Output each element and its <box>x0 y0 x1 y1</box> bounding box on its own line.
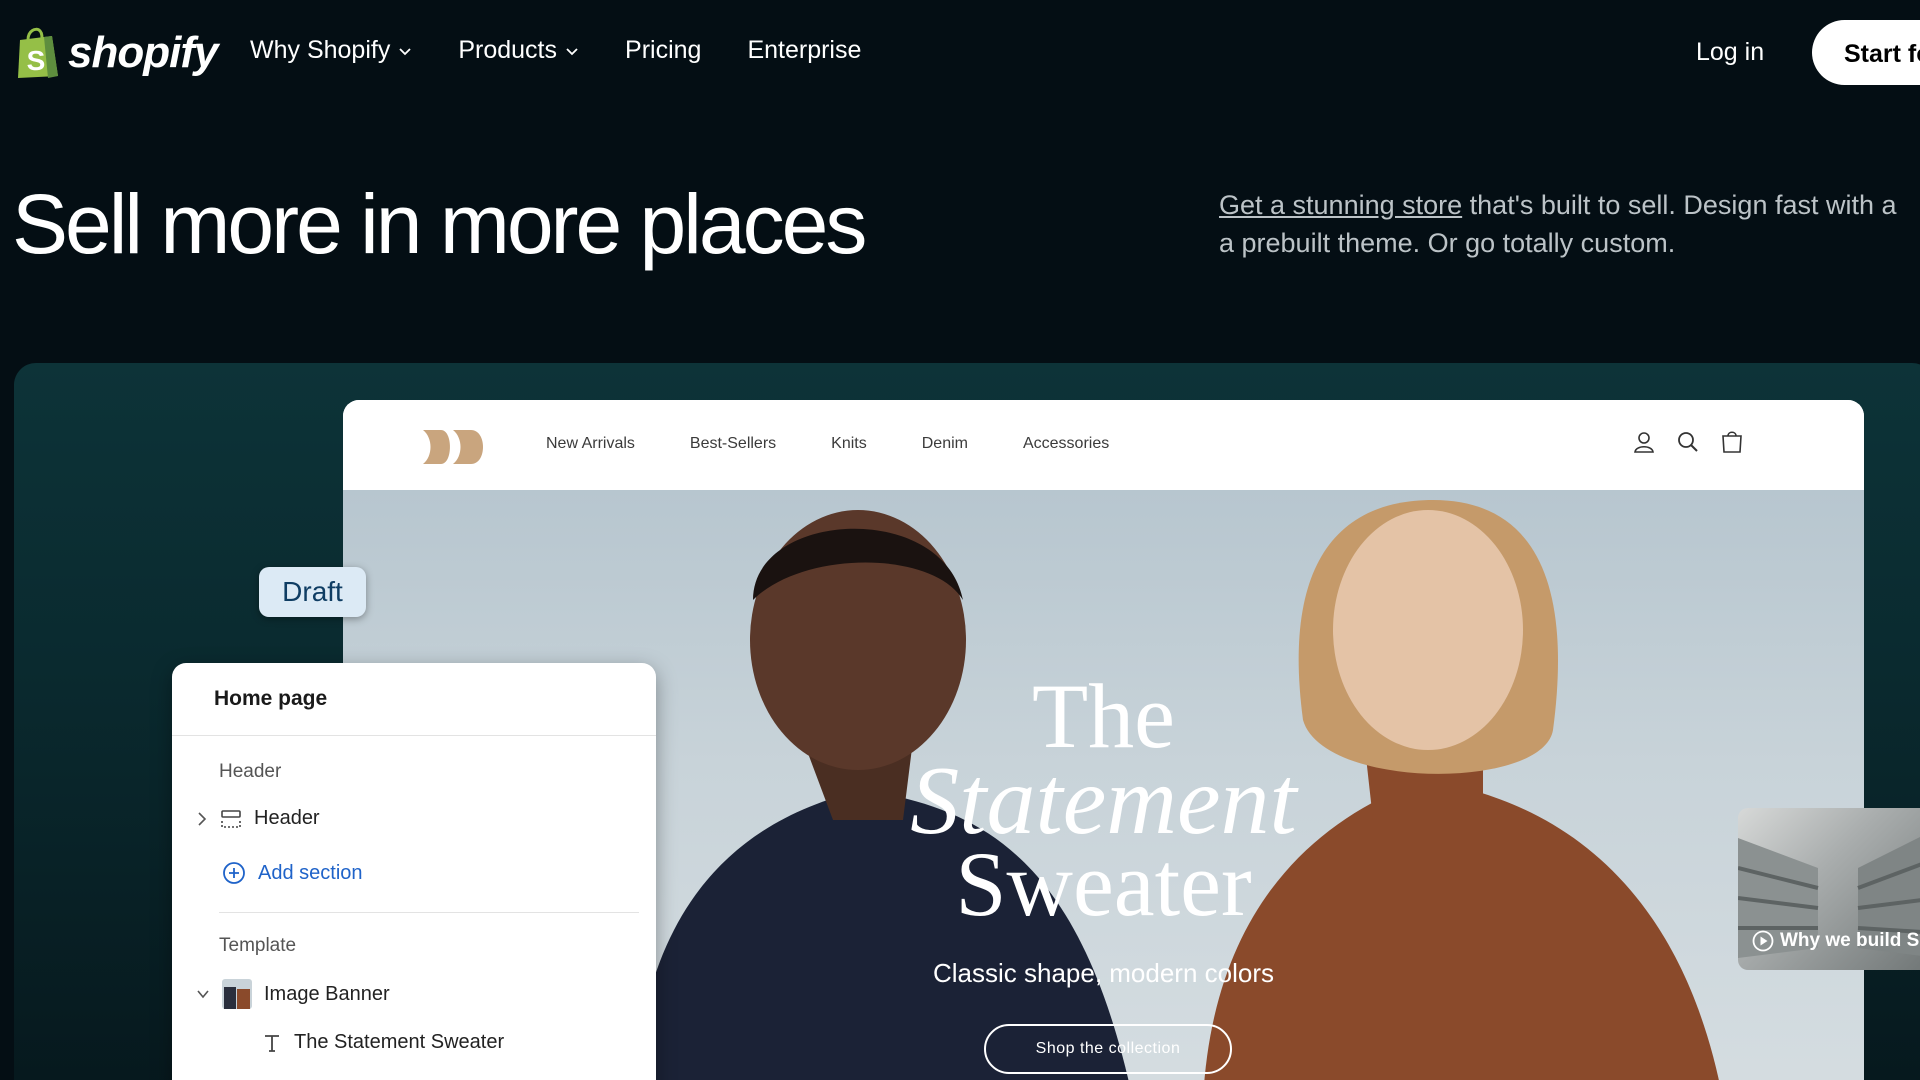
play-icon <box>1752 930 1774 952</box>
store-logo-icon[interactable] <box>423 428 487 466</box>
video-label-text: Why we build S <box>1780 930 1920 951</box>
statement-sweater-row[interactable]: The Statement Sweater <box>262 1031 504 1054</box>
group-template-label: Template <box>219 935 297 956</box>
header-layout-icon <box>221 809 241 828</box>
shop-collection-button[interactable]: Shop the collection <box>984 1024 1232 1074</box>
store-link-accessories[interactable]: Accessories <box>1023 435 1109 453</box>
text-type-icon <box>265 1034 279 1052</box>
hero-title: Sell more in more places <box>12 177 867 271</box>
account-icon[interactable] <box>1633 430 1655 454</box>
image-banner-row[interactable]: Image Banner <box>196 979 390 1009</box>
editor-separator <box>219 912 639 913</box>
nav-why-shopify-label: Why Shopify <box>250 36 391 64</box>
image-banner-label: Image Banner <box>264 982 390 1005</box>
store-link-denim[interactable]: Denim <box>922 435 968 453</box>
add-section-label: Add section <box>258 861 363 884</box>
start-trial-button[interactable]: Start fo <box>1812 20 1920 85</box>
draft-badge: Draft <box>259 567 366 617</box>
store-link-new-arrivals[interactable]: New Arrivals <box>546 435 635 453</box>
editor-page-title: Home page <box>214 687 328 710</box>
shopify-bag-icon: S <box>18 27 58 78</box>
add-circle-icon <box>223 862 245 884</box>
editor-divider <box>172 735 656 736</box>
nav-products-label: Products <box>458 36 558 64</box>
logo-wordmark: shopify <box>68 28 218 77</box>
nav-products[interactable]: Products <box>458 36 579 65</box>
statement-sweater-label: The Statement Sweater <box>294 1031 505 1053</box>
image-banner-thumbnail <box>222 979 252 1009</box>
chevron-down-icon <box>399 47 411 55</box>
hero-description: Get a stunning store that's built to sel… <box>1219 186 1920 262</box>
add-section-button[interactable]: Add section <box>222 861 363 885</box>
shopify-logo[interactable]: S shopify <box>14 26 218 80</box>
store-icons <box>1633 430 1743 454</box>
store-menu: New Arrivals Best-Sellers Knits Denim Ac… <box>546 435 1109 453</box>
group-header-label: Header <box>219 761 282 782</box>
search-icon[interactable] <box>1677 430 1699 454</box>
nav-enterprise[interactable]: Enterprise <box>747 36 861 65</box>
store-nav: New Arrivals Best-Sellers Knits Denim Ac… <box>343 400 1864 490</box>
cart-icon[interactable] <box>1721 430 1743 454</box>
top-nav: S shopify Why Shopify Products Pricing E… <box>0 0 1920 106</box>
nav-why-shopify[interactable]: Why Shopify <box>250 36 412 65</box>
chevron-down-icon <box>197 990 209 999</box>
store-link-knits[interactable]: Knits <box>831 435 867 453</box>
svg-text:S: S <box>27 45 46 76</box>
nav-pricing[interactable]: Pricing <box>625 36 701 65</box>
store-link-best-sellers[interactable]: Best-Sellers <box>690 435 776 453</box>
header-section-label: Header <box>254 807 320 829</box>
stunning-store-link[interactable]: Get a stunning store <box>1219 190 1462 220</box>
chevron-down-icon <box>566 47 578 55</box>
theme-editor-panel: Home page Header Header Add section Temp… <box>172 663 656 1080</box>
login-link[interactable]: Log in <box>1696 38 1764 67</box>
video-thumbnail[interactable]: Why we build S <box>1738 808 1920 970</box>
hero-copy-line1: that's built to sell. Design fast with a <box>1462 190 1897 220</box>
header-section-row[interactable]: Header <box>196 807 320 830</box>
hero-copy-line2: a prebuilt theme. Or go totally custom. <box>1219 228 1676 258</box>
chevron-right-icon <box>198 811 207 826</box>
main-menu: Why Shopify Products Pricing Enterprise <box>250 36 861 65</box>
video-label: Why we build S <box>1752 930 1919 952</box>
